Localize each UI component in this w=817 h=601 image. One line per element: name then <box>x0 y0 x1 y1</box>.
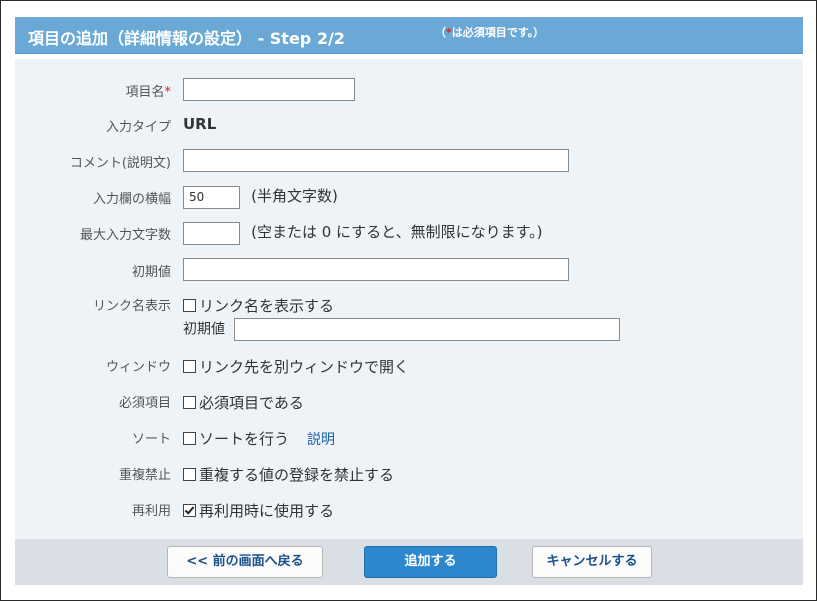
required-mark: * <box>164 85 172 100</box>
comment-input[interactable] <box>183 149 569 172</box>
link-initial-label: 初期値 <box>183 321 225 338</box>
link-initial-input[interactable] <box>234 318 621 341</box>
input-type-value: URL <box>183 115 217 133</box>
initial-value-label: 初期値 <box>131 265 171 280</box>
form-area: 項目名* 入力タイプ URL コメント(説明文) 入力欄の横幅 (半角文字数) … <box>15 59 803 539</box>
item-name-input[interactable] <box>183 78 355 101</box>
no-duplicate-checkbox[interactable] <box>183 468 196 481</box>
required-checkbox[interactable] <box>183 396 196 409</box>
width-input[interactable] <box>183 185 240 209</box>
item-name-label: 項目名* <box>125 85 172 100</box>
no-duplicate-checkbox-option[interactable]: 重複する値の登録を禁止する <box>183 466 394 484</box>
max-length-hint: (空または 0 にすると、無制限になります。) <box>251 223 543 241</box>
input-type-label: 入力タイプ <box>105 120 171 135</box>
page-title: 項目の追加（詳細情報の設定） - Step 2/2 <box>28 29 345 48</box>
max-length-input[interactable] <box>183 221 240 245</box>
sort-help-link[interactable]: 説明 <box>307 432 335 448</box>
required-checkbox-option[interactable]: 必須項目である <box>183 394 304 412</box>
width-label: 入力欄の横幅 <box>92 192 171 207</box>
no-duplicate-label: 重複禁止 <box>118 468 171 483</box>
link-name-label: リンク名表示 <box>92 299 171 314</box>
reuse-label: 再利用 <box>131 504 171 519</box>
sort-checkbox-option[interactable]: ソートを行う <box>183 430 289 448</box>
max-length-label: 最大入力文字数 <box>79 228 171 243</box>
initial-value-input[interactable] <box>183 258 569 281</box>
window-checkbox[interactable] <box>183 360 196 373</box>
link-name-checkbox[interactable] <box>183 299 196 312</box>
add-button[interactable]: 追加する <box>364 546 497 578</box>
sort-label: ソート <box>131 432 171 447</box>
width-hint: (半角文字数) <box>251 187 338 205</box>
button-bar: << 前の画面へ戻る 追加する キャンセルする <box>15 539 803 585</box>
required-label: 必須項目 <box>118 396 171 411</box>
window-label: ウィンドウ <box>105 360 171 375</box>
comment-label: コメント(説明文) <box>69 156 171 171</box>
back-button[interactable]: << 前の画面へ戻る <box>167 546 323 578</box>
cancel-button[interactable]: キャンセルする <box>532 546 652 578</box>
reuse-checkbox[interactable] <box>183 504 196 517</box>
required-note: （*は必須項目です。） <box>435 26 545 39</box>
link-name-checkbox-option[interactable]: リンク名を表示する <box>183 297 334 315</box>
page-header: 項目の追加（詳細情報の設定） - Step 2/2 （*は必須項目です。） <box>15 17 803 54</box>
reuse-checkbox-option[interactable]: 再利用時に使用する <box>183 502 334 520</box>
window-checkbox-option[interactable]: リンク先を別ウィンドウで開く <box>183 358 409 376</box>
dialog-frame: 項目の追加（詳細情報の設定） - Step 2/2 （*は必須項目です。） 項目… <box>0 0 817 601</box>
sort-checkbox[interactable] <box>183 432 196 445</box>
